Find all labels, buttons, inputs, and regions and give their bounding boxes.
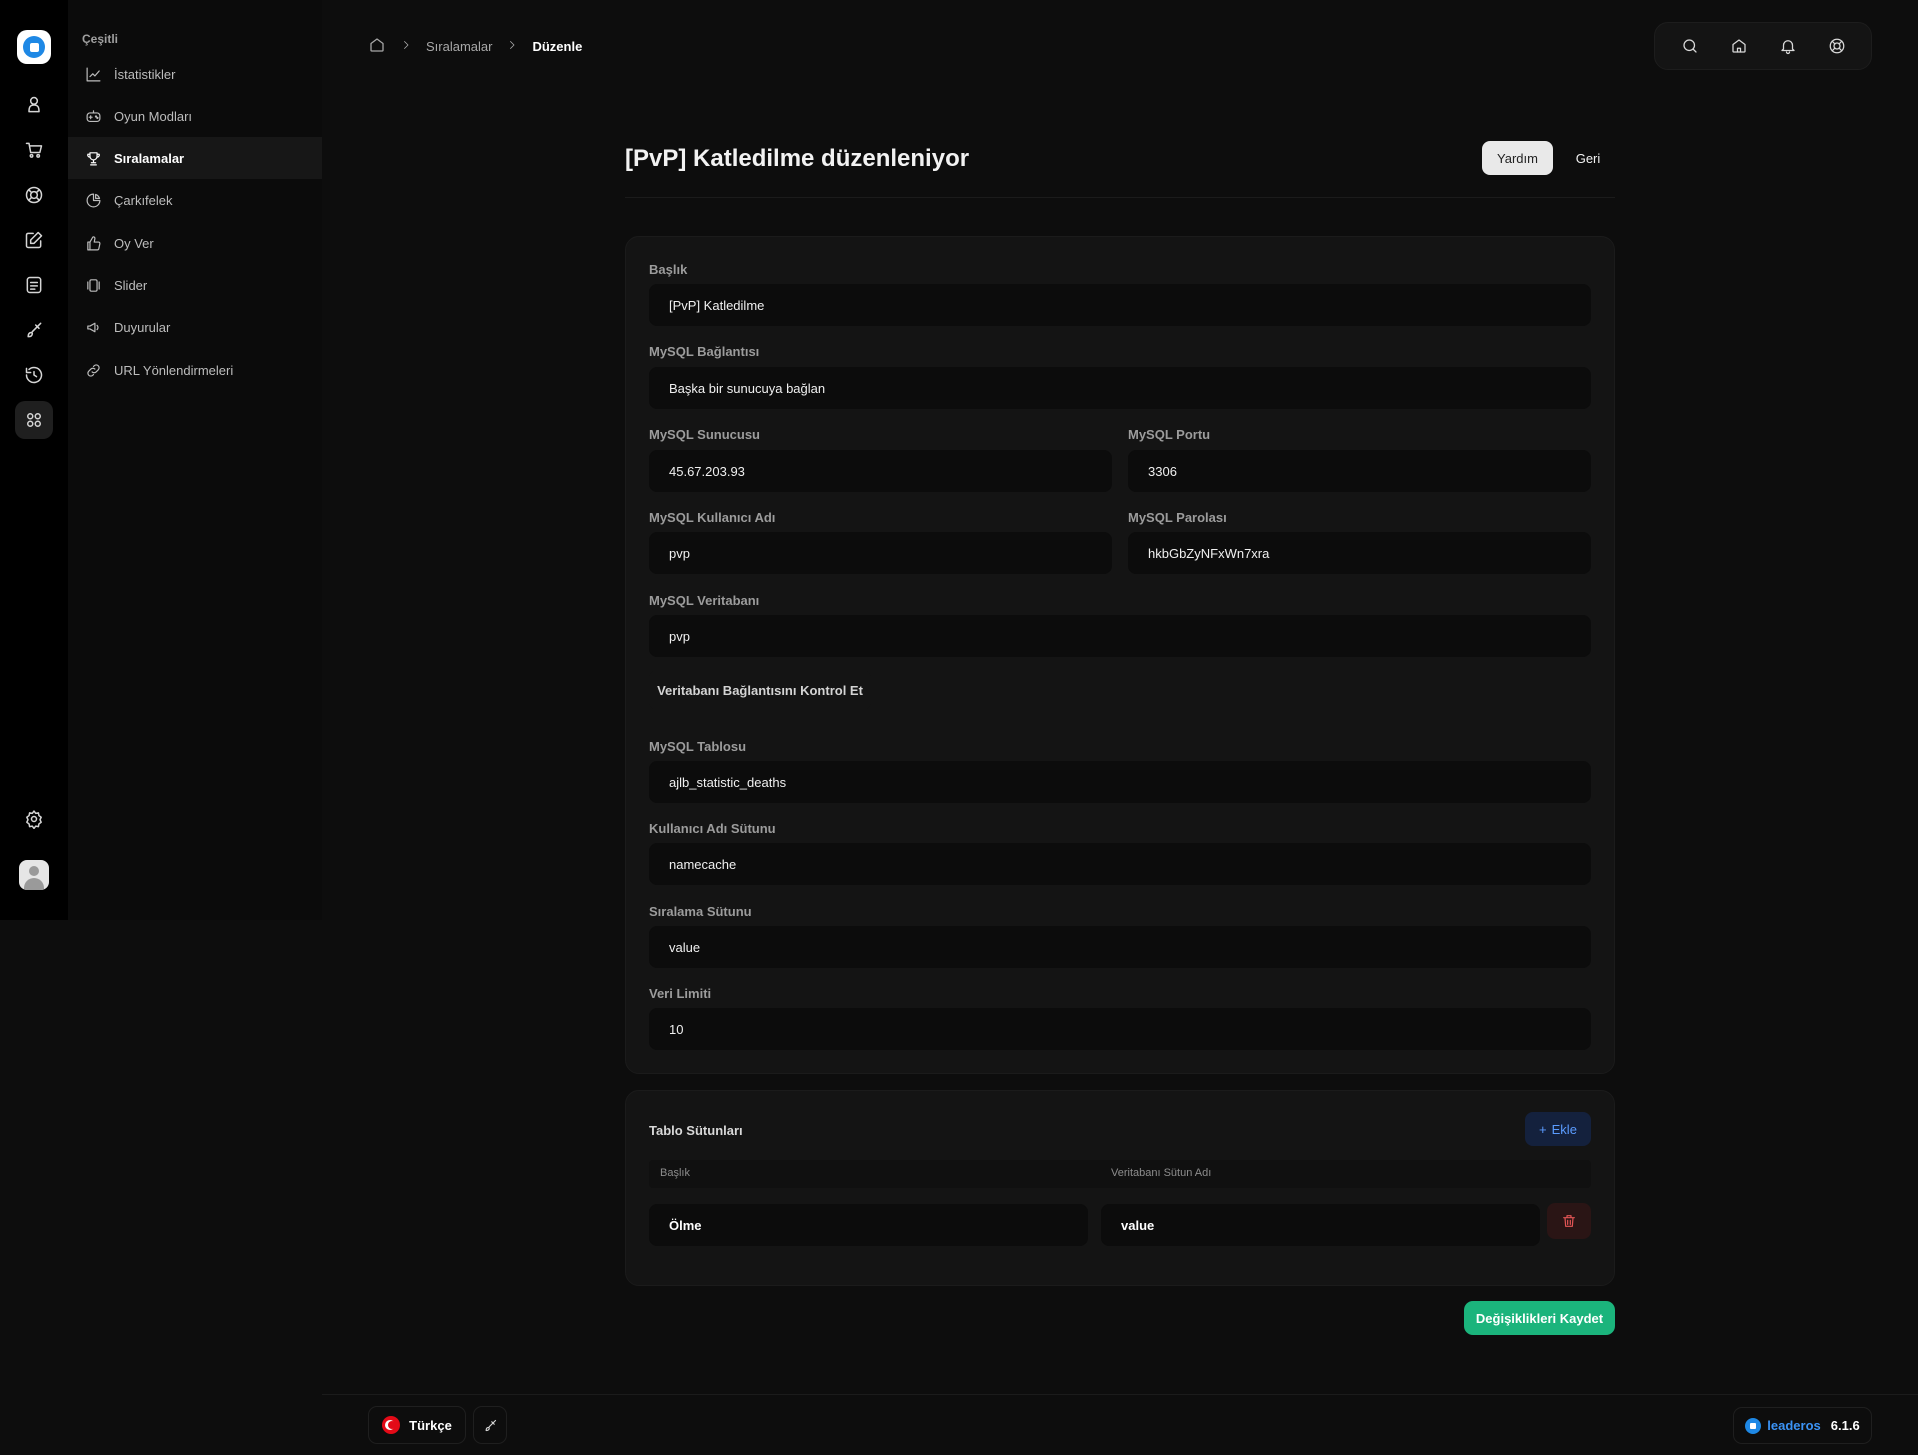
trophy-icon: [87, 151, 100, 165]
database-label: MySQL Veritabanı: [649, 593, 760, 608]
password-label: MySQL Parolası: [1128, 510, 1227, 525]
brand-name: leaderos: [1767, 1418, 1821, 1433]
support-icon[interactable]: [1822, 31, 1852, 61]
add-column-button[interactable]: + Ekle: [1525, 1112, 1591, 1146]
column-name-input[interactable]: [1101, 1204, 1540, 1246]
sidebar-item-label: Sıralamalar: [114, 150, 185, 166]
history-icon[interactable]: [15, 356, 53, 394]
order-column-label: Sıralama Sütunu: [649, 904, 752, 919]
add-column-label: Ekle: [1551, 1121, 1577, 1137]
chart-icon: [86, 67, 101, 81]
settings-icon[interactable]: [15, 800, 53, 838]
sidebar-item-game-modes[interactable]: Oyun Modları: [68, 95, 322, 137]
user-input[interactable]: [649, 532, 1112, 574]
megaphone-icon: [87, 322, 99, 332]
page-title: [PvP] Katledilme düzenleniyor: [625, 145, 970, 172]
title-label: Başlık: [649, 262, 688, 277]
lifebuoy-icon[interactable]: [15, 176, 53, 214]
bell-icon[interactable]: [1773, 31, 1803, 61]
check-connection-button[interactable]: Veritabanı Bağlantısını Kontrol Et: [649, 670, 871, 710]
home-icon[interactable]: [368, 36, 386, 57]
logo-mark: [23, 36, 45, 58]
chevron-right-icon: [400, 39, 412, 54]
limit-label: Veri Limiti: [649, 986, 712, 1001]
port-label: MySQL Portu: [1128, 427, 1211, 442]
user-icon[interactable]: [15, 86, 53, 124]
sidebar-item-url-redirects[interactable]: URL Yönlendirmeleri: [68, 349, 322, 391]
sidebar-item-label: Çarkıfelek: [114, 192, 173, 208]
sidebar-item-wheel[interactable]: Çarkıfelek: [68, 179, 322, 221]
breadcrumb-leaderboards[interactable]: Sıralamalar: [426, 39, 492, 54]
sidebar-item-label: Oyun Modları: [114, 108, 193, 124]
app-logo[interactable]: [17, 30, 51, 64]
header-title: Başlık: [660, 1167, 690, 1179]
sidebar-item-slider[interactable]: Slider: [68, 264, 322, 306]
header-db-column: Veritabanı Sütun Adı: [1111, 1167, 1212, 1179]
breadcrumb-current: Düzenle: [532, 39, 583, 54]
sidebar-item-statistics[interactable]: İstatistikler: [68, 53, 322, 95]
chevron-right-icon: [506, 39, 518, 54]
sidebar-item-label: Oy Ver: [114, 235, 154, 251]
footer: [322, 1394, 1918, 1455]
database-input[interactable]: [649, 615, 1591, 657]
table-columns-card: [625, 1090, 1615, 1286]
search-icon[interactable]: [1675, 31, 1705, 61]
slider-icon: [87, 278, 100, 292]
grid-icon[interactable]: [15, 401, 53, 439]
trash-icon: [1563, 1215, 1575, 1227]
edit-icon[interactable]: [15, 221, 53, 259]
sidebar-item-announcements[interactable]: Duyurular: [68, 306, 322, 348]
host-label: MySQL Sunucusu: [649, 427, 760, 442]
sidebar-item-label: Slider: [114, 277, 148, 293]
plus-icon: +: [1539, 1121, 1547, 1137]
language-button[interactable]: Türkçe: [368, 1406, 466, 1444]
top-actions: [1654, 22, 1872, 70]
pie-icon: [86, 193, 101, 207]
username-column-label: Kullanıcı Adı Sütunu: [649, 821, 776, 836]
home-icon[interactable]: [1724, 31, 1754, 61]
submenu-title: Çeşitli: [82, 32, 119, 46]
username-column-input[interactable]: [649, 843, 1591, 885]
back-button[interactable]: Geri: [1566, 141, 1610, 175]
column-title-input[interactable]: [649, 1204, 1088, 1246]
table-columns-title: Tablo Sütunları: [649, 1123, 743, 1138]
host-input[interactable]: [649, 450, 1112, 492]
port-input[interactable]: [1128, 450, 1591, 492]
submenu: Çeşitli İstatistikler Oyun Modları Sıral…: [68, 0, 322, 920]
connection-label: MySQL Bağlantısı: [649, 344, 760, 359]
title-input[interactable]: [649, 284, 1591, 326]
turkey-flag-icon: [382, 1416, 401, 1434]
link-icon: [87, 363, 100, 377]
table-label: MySQL Tablosu: [649, 739, 747, 754]
help-button[interactable]: Yardım: [1482, 141, 1553, 175]
sidebar-item-label: Duyurular: [114, 319, 171, 335]
thumbs-up-icon: [87, 235, 101, 250]
leaderos-logo-icon: [1745, 1417, 1762, 1434]
connection-select[interactable]: [649, 367, 1591, 409]
sidebar-item-label: URL Yönlendirmeleri: [114, 362, 234, 378]
sidebar-item-leaderboards[interactable]: Sıralamalar: [68, 137, 322, 179]
brush-icon[interactable]: [473, 1406, 507, 1444]
cart-icon[interactable]: [15, 131, 53, 169]
save-button[interactable]: Değişiklikleri Kaydet: [1464, 1301, 1615, 1335]
table-input[interactable]: [649, 761, 1591, 803]
gamepad-icon: [86, 109, 101, 122]
version-label: 6.1.6: [1830, 1418, 1860, 1433]
sidebar-item-vote[interactable]: Oy Ver: [68, 222, 322, 264]
password-input[interactable]: [1128, 532, 1591, 574]
brush-icon[interactable]: [15, 311, 53, 349]
sidebar-item-label: İstatistikler: [114, 66, 176, 82]
brand-version[interactable]: leaderos 6.1.6: [1733, 1407, 1872, 1444]
icon-rail: [0, 0, 68, 920]
breadcrumb: Sıralamalar Düzenle: [368, 36, 582, 57]
user-label: MySQL Kullanıcı Adı: [649, 510, 776, 525]
header-divider: [625, 197, 1615, 198]
limit-input[interactable]: [649, 1008, 1591, 1050]
order-column-input[interactable]: [649, 926, 1591, 968]
document-icon[interactable]: [15, 266, 53, 304]
language-label: Türkçe: [409, 1417, 452, 1433]
delete-column-button[interactable]: [1547, 1203, 1591, 1239]
avatar[interactable]: [19, 860, 49, 890]
